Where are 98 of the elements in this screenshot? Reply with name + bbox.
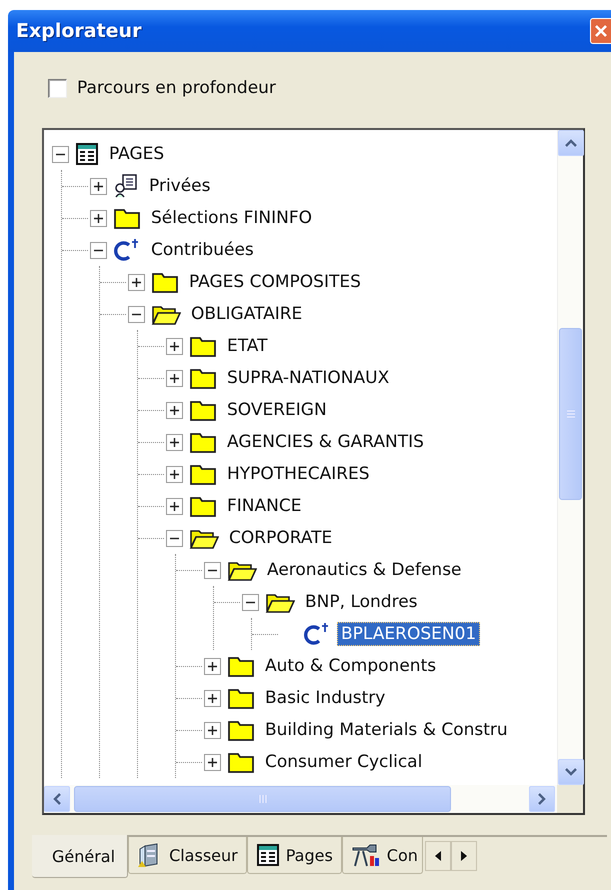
tab[interactable]: Pages (246, 837, 342, 874)
folder-icon (227, 750, 255, 774)
plus-icon (170, 502, 179, 510)
tab[interactable]: Général (32, 835, 128, 878)
expand-toggle[interactable] (204, 754, 221, 770)
plus-icon (94, 182, 103, 190)
scroll-thumb[interactable] (74, 786, 451, 812)
tree-item[interactable]: OBLIGATAIRE (187, 302, 306, 326)
expand-toggle[interactable] (166, 466, 183, 482)
collapse-toggle[interactable] (204, 562, 221, 578)
expand-toggle[interactable] (204, 658, 221, 674)
collapse-toggle[interactable] (128, 306, 145, 322)
tree-item[interactable]: Contribuées (147, 238, 258, 262)
tree-item[interactable]: FINANCE (223, 494, 306, 518)
collapse-toggle[interactable] (90, 242, 107, 258)
expand-toggle[interactable] (166, 338, 183, 354)
tree-item[interactable]: ETAT (223, 334, 272, 358)
chevron-left-icon (53, 793, 61, 805)
plus-icon (170, 406, 179, 414)
tree-item[interactable]: BNP, Londres (301, 590, 422, 614)
scroll-down-button[interactable] (558, 759, 584, 785)
chevron-right-icon (538, 793, 546, 805)
vertical-scrollbar[interactable] (557, 130, 583, 785)
expand-toggle[interactable] (90, 210, 107, 226)
collapse-toggle[interactable] (166, 530, 183, 546)
table-icon (75, 142, 99, 166)
plus-icon (208, 662, 217, 670)
c-symbol-icon (113, 237, 141, 263)
tab-scroll-left-button[interactable] (424, 841, 451, 871)
chevron-up-icon (565, 139, 577, 147)
tree-item[interactable]: Privées (145, 174, 215, 198)
tree-item[interactable]: BPLAEROSEN01 (337, 622, 480, 646)
folder-icon (189, 430, 217, 454)
document-person-icon (113, 173, 139, 199)
plus-icon (170, 438, 179, 446)
folder-icon (189, 494, 217, 518)
collapse-toggle[interactable] (52, 146, 69, 162)
expand-toggle[interactable] (166, 434, 183, 450)
plus-icon (208, 694, 217, 702)
scroll-up-button[interactable] (558, 130, 584, 156)
tree-item[interactable]: AGENCIES & GARANTIS (223, 430, 428, 454)
tools-icon (350, 842, 381, 868)
folder-icon (189, 366, 217, 390)
plus-icon (132, 278, 141, 286)
plus-icon (94, 214, 103, 222)
folder-icon (189, 398, 217, 422)
checkbox-label: Parcours en profondeur (77, 78, 276, 98)
tree-item[interactable]: HYPOTHECAIRES (223, 462, 374, 486)
scrollbar-corner (557, 785, 583, 813)
folder-icon (227, 686, 255, 710)
expand-toggle[interactable] (90, 178, 107, 194)
triangle-left-icon (434, 851, 441, 861)
tree-item[interactable]: Building Materials & Constru (261, 718, 512, 742)
tree-item[interactable]: Auto & Components (261, 654, 440, 678)
tree-item[interactable]: Aeronautics & Defense (263, 558, 466, 582)
close-icon (594, 24, 608, 38)
collapse-toggle[interactable] (242, 594, 259, 610)
expand-toggle[interactable] (166, 498, 183, 514)
tree-item[interactable]: PAGES COMPOSITES (185, 270, 365, 294)
c-symbol-icon (303, 621, 331, 647)
scroll-thumb[interactable] (559, 328, 582, 500)
expand-toggle[interactable] (166, 402, 183, 418)
tree-item[interactable]: SUPRA-NATIONAUX (223, 366, 394, 390)
folder-icon (189, 462, 217, 486)
tab[interactable]: Classeur (128, 837, 247, 874)
plus-icon (170, 374, 179, 382)
tree-item[interactable]: SOVEREIGN (223, 398, 331, 422)
folder-icon (189, 334, 217, 358)
tree-item[interactable]: Basic Industry (261, 686, 390, 710)
tree-item[interactable]: PAGES (105, 142, 168, 166)
tree-item[interactable]: Sélections FININFO (147, 206, 316, 230)
plus-icon (208, 758, 217, 766)
tree-item[interactable]: Consumer Cyclical (261, 750, 426, 774)
tab-scroll-right-button[interactable] (450, 841, 477, 871)
table-icon (256, 843, 280, 867)
close-button[interactable] (590, 18, 611, 44)
scroll-right-button[interactable] (529, 786, 555, 812)
scroll-left-button[interactable] (44, 786, 70, 812)
tree-item[interactable]: CORPORATE (225, 526, 336, 550)
tab[interactable]: Con (342, 837, 423, 874)
folder-icon (151, 270, 179, 294)
grip-icon (258, 794, 266, 804)
expand-toggle[interactable] (166, 370, 183, 386)
plus-icon (208, 726, 217, 734)
checkbox[interactable] (48, 78, 67, 98)
folder-icon (227, 718, 255, 742)
chevron-down-icon (565, 768, 577, 776)
plus-icon (170, 342, 179, 350)
triangle-right-icon (460, 851, 467, 861)
horizontal-scrollbar[interactable] (44, 785, 557, 813)
plus-icon (170, 470, 179, 478)
folder-icon (227, 654, 255, 678)
expand-toggle[interactable] (204, 722, 221, 738)
expand-toggle[interactable] (128, 274, 145, 290)
expand-toggle[interactable] (204, 690, 221, 706)
grip-icon (566, 410, 576, 418)
window-title: Explorateur (16, 20, 142, 42)
folder-icon (113, 206, 141, 230)
